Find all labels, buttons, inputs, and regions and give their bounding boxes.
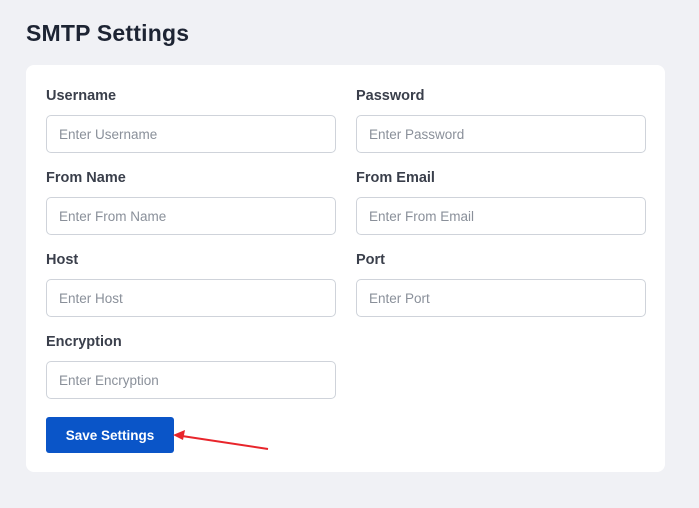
encryption-field-group: Encryption — [46, 332, 336, 399]
port-label: Port — [356, 252, 385, 268]
host-label: Host — [46, 252, 79, 268]
from-email-label: From Email — [356, 170, 435, 186]
page-title: SMTP Settings — [26, 20, 190, 46]
smtp-settings-card: Username Password From Name From Email H… — [26, 65, 665, 472]
password-input[interactable] — [356, 115, 646, 153]
from-name-label: From Name — [46, 170, 126, 186]
from-name-field-group: From Name — [46, 168, 336, 235]
password-label: Password — [356, 88, 425, 104]
username-input[interactable] — [46, 115, 336, 153]
password-field-group: Password — [356, 86, 646, 153]
username-field-group: Username — [46, 86, 336, 153]
from-email-field-group: From Email — [356, 168, 646, 235]
save-settings-button[interactable]: Save Settings — [46, 417, 174, 453]
encryption-input[interactable] — [46, 361, 336, 399]
encryption-label: Encryption — [46, 334, 122, 350]
username-label: Username — [46, 88, 117, 104]
from-email-input[interactable] — [356, 197, 646, 235]
port-input[interactable] — [356, 279, 646, 317]
host-field-group: Host — [46, 250, 336, 317]
port-field-group: Port — [356, 250, 646, 317]
from-name-input[interactable] — [46, 197, 336, 235]
host-input[interactable] — [46, 279, 336, 317]
